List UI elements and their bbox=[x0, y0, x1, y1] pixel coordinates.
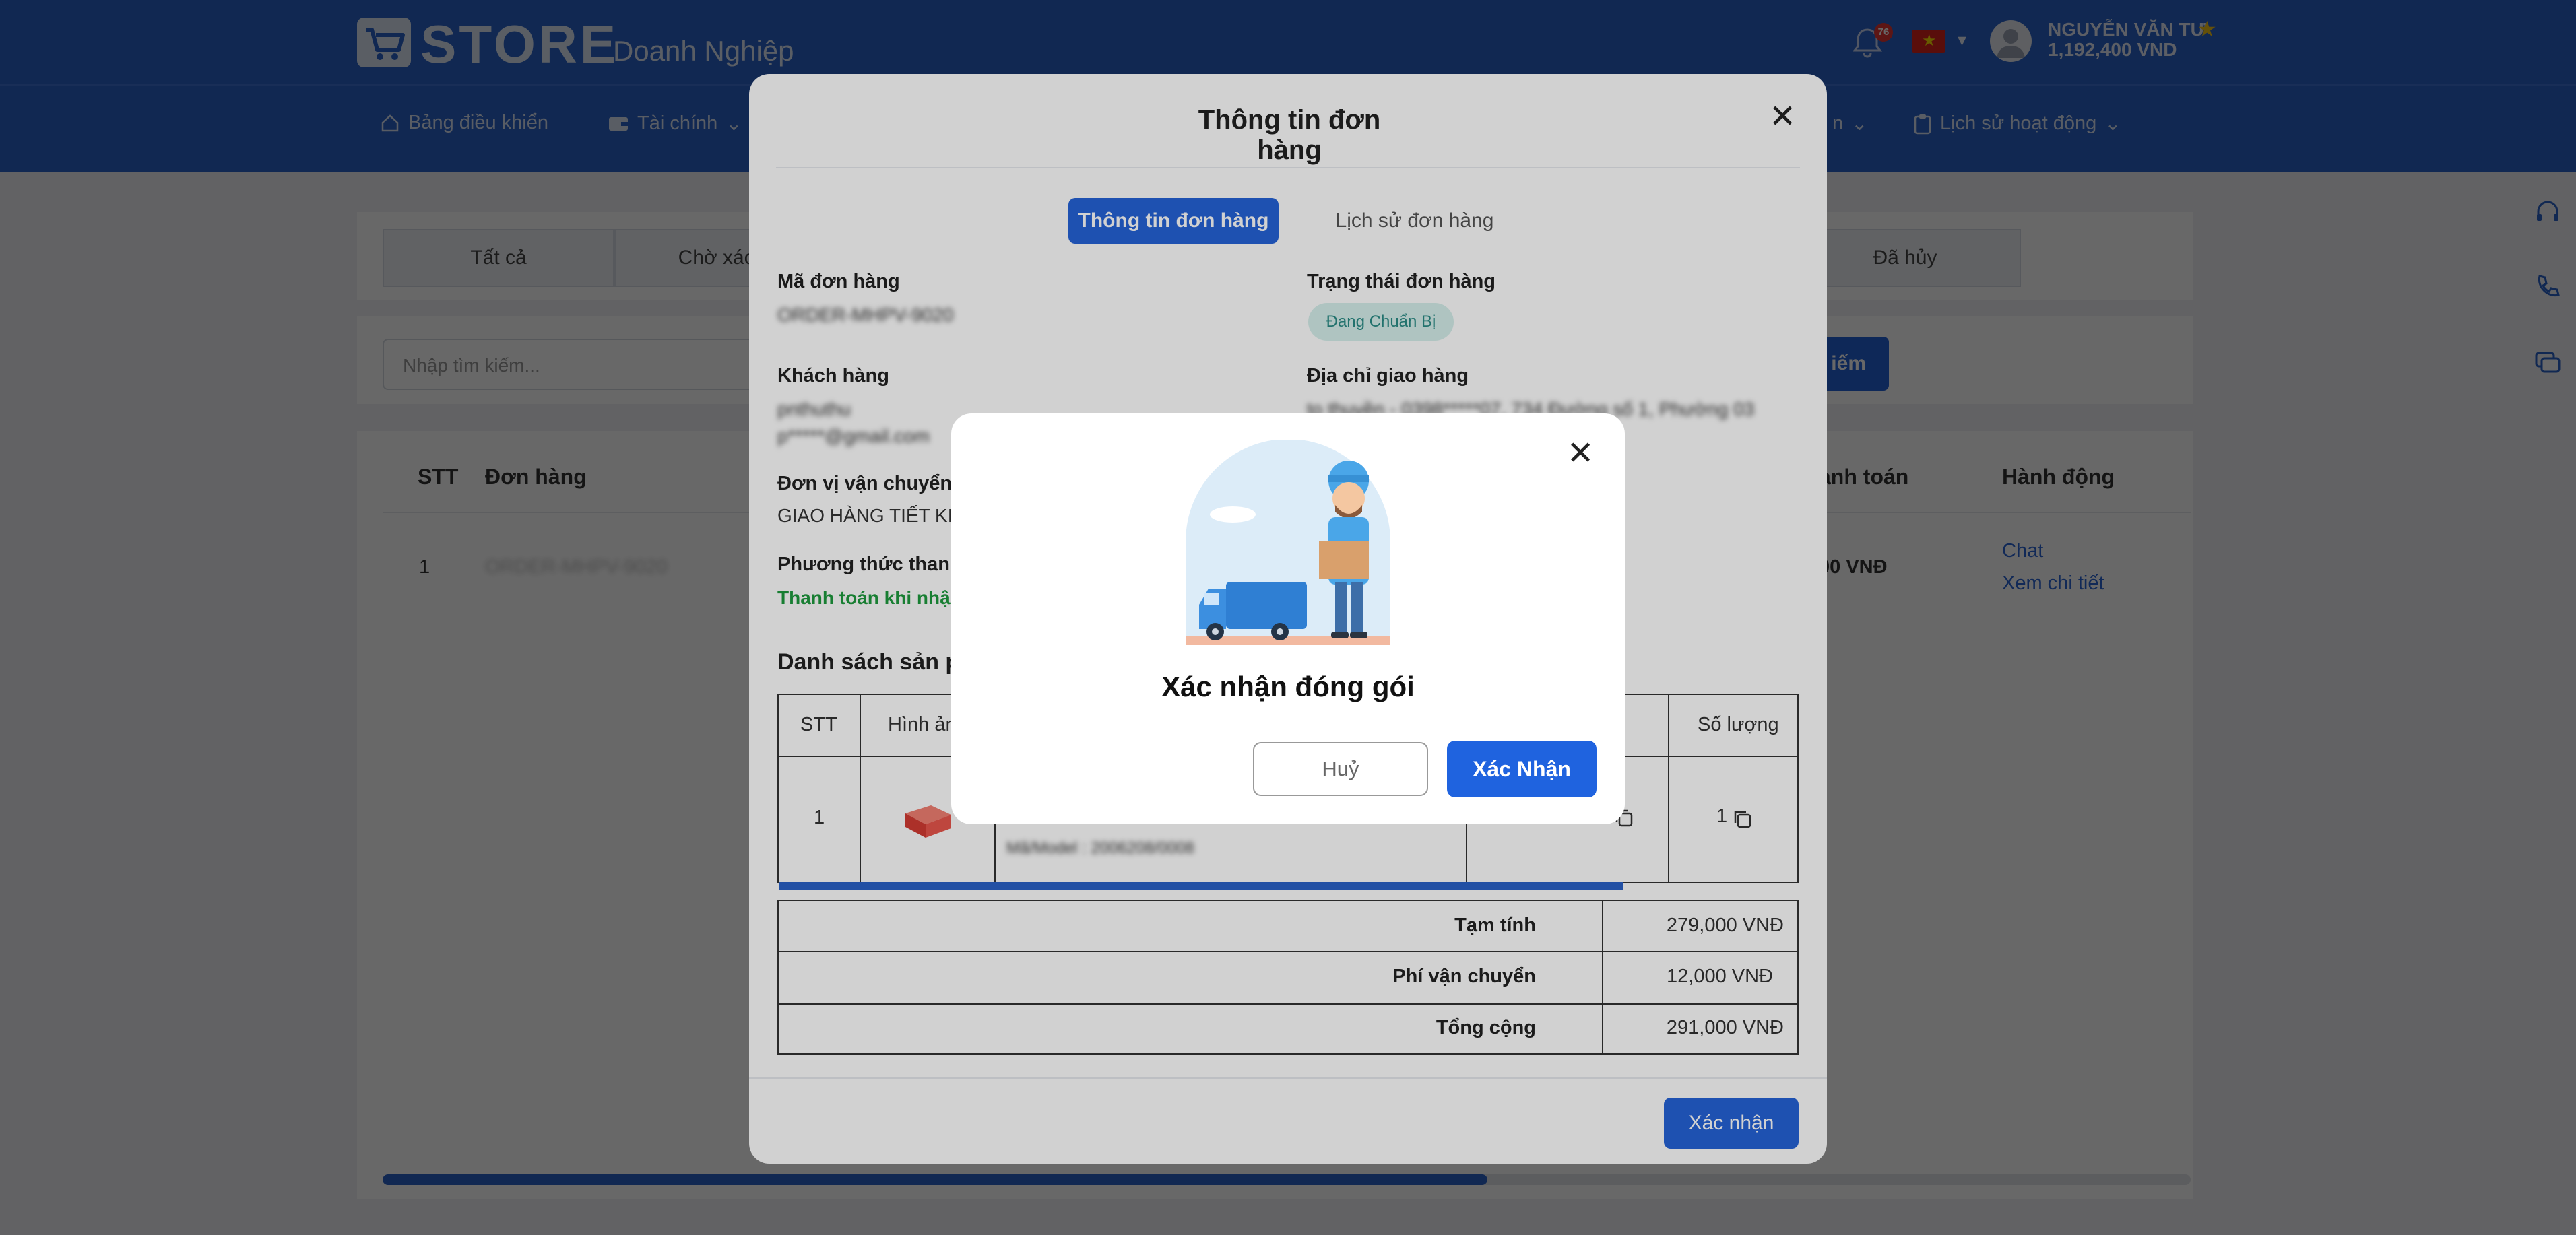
cancel-button[interactable]: Huỷ bbox=[1253, 742, 1428, 796]
delivery-illustration bbox=[1186, 439, 1390, 648]
close-icon[interactable]: ✕ bbox=[1567, 438, 1594, 470]
dialog-title: Xác nhận đóng gói bbox=[1161, 671, 1415, 702]
confirm-packing-button[interactable]: Xác Nhận bbox=[1447, 741, 1597, 797]
